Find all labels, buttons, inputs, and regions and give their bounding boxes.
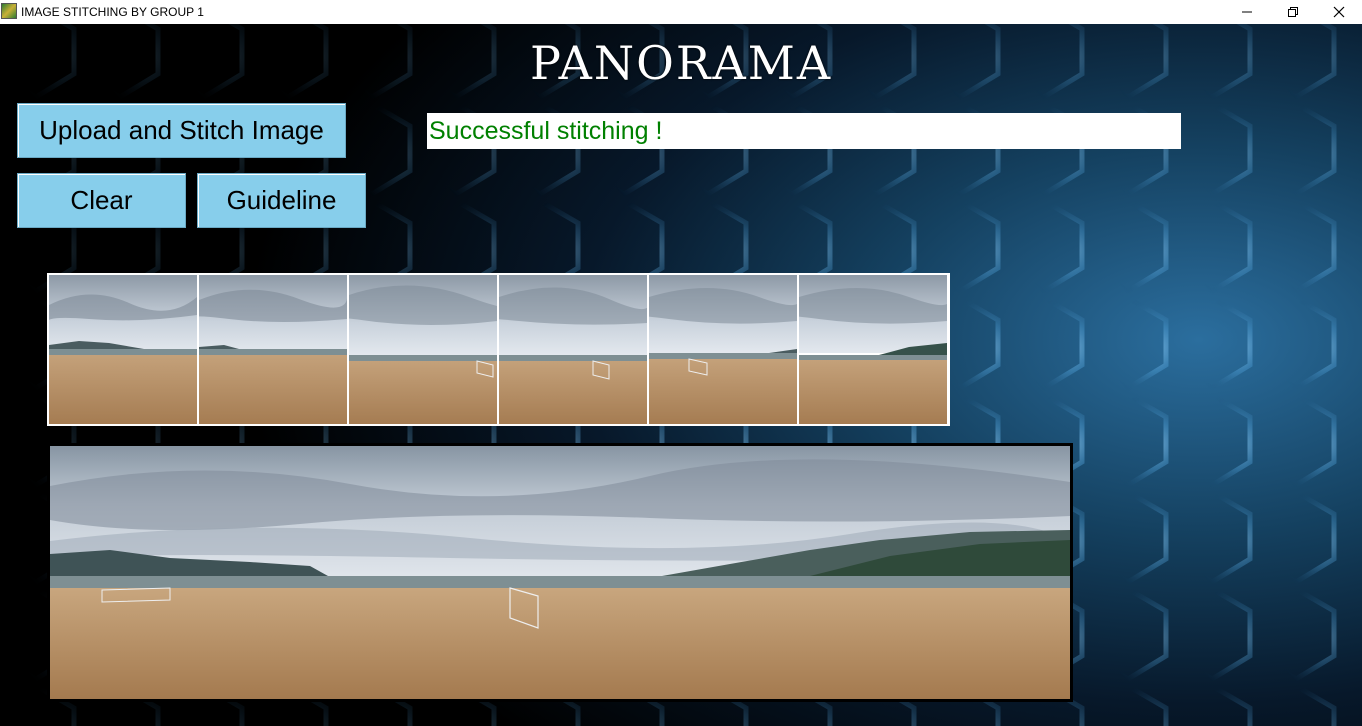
restore-button[interactable] xyxy=(1270,0,1316,24)
panorama-image xyxy=(50,446,1070,699)
input-image-1 xyxy=(49,275,197,424)
input-image-6 xyxy=(799,275,947,424)
panorama-result-frame xyxy=(47,443,1073,702)
app-canvas: PANORAMA Upload and Stitch Image Clear G… xyxy=(0,24,1362,726)
input-image-4 xyxy=(499,275,647,424)
clear-button[interactable]: Clear xyxy=(17,173,186,228)
upload-stitch-button[interactable]: Upload and Stitch Image xyxy=(17,103,346,158)
window-titlebar: IMAGE STITCHING BY GROUP 1 xyxy=(0,0,1362,24)
page-title: PANORAMA xyxy=(529,36,833,90)
guideline-button[interactable]: Guideline xyxy=(197,173,366,228)
input-image-3 xyxy=(349,275,497,424)
close-icon xyxy=(1333,6,1345,18)
status-message: Successful stitching ! xyxy=(427,113,1181,149)
input-images-strip xyxy=(47,273,950,426)
minimize-button[interactable] xyxy=(1224,0,1270,24)
restore-icon xyxy=(1288,7,1298,17)
app-icon xyxy=(1,3,17,19)
minimize-icon xyxy=(1242,11,1252,13)
close-button[interactable] xyxy=(1316,0,1362,24)
window-title: IMAGE STITCHING BY GROUP 1 xyxy=(21,5,204,19)
input-image-5 xyxy=(649,275,797,424)
input-image-2 xyxy=(199,275,347,424)
